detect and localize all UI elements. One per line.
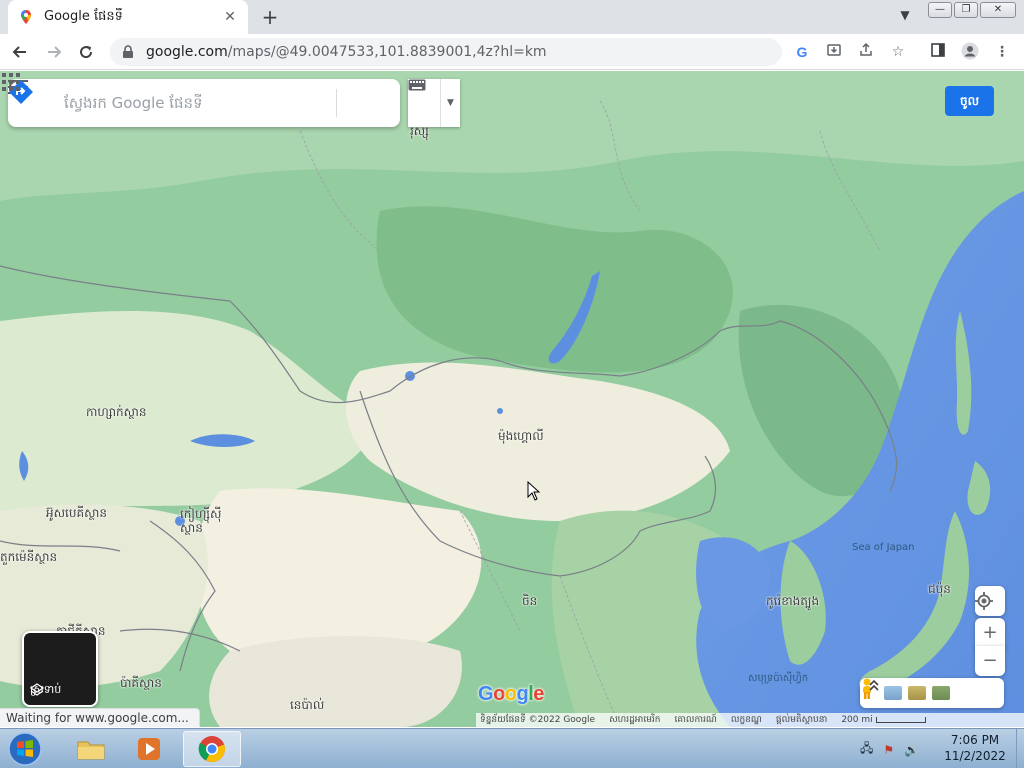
browser-toolbar: google.com/maps/@49.0047533,101.8839001,… <box>0 34 1024 70</box>
attribution-link-terms[interactable]: លក្ខខណ្ឌ <box>731 714 762 727</box>
install-icon[interactable] <box>824 42 844 62</box>
scale-bar <box>875 716 926 723</box>
restore-window-button[interactable]: ❐ <box>954 2 978 18</box>
system-tray: 🖧 ⚑ 🔊 <box>860 739 919 760</box>
show-desktop-button[interactable] <box>1016 729 1024 768</box>
share-icon[interactable] <box>856 42 876 62</box>
profile-avatar-icon[interactable] <box>960 42 980 62</box>
forward-button[interactable] <box>42 40 66 64</box>
google-maps-icon <box>21 10 31 24</box>
map-label-turkmenistan[interactable]: តួកម៉េនីស្ថាន <box>0 549 57 567</box>
back-button[interactable] <box>8 40 32 64</box>
url-host: google.com <box>146 44 228 60</box>
tab-strip: Google ផែនទី ✕ + ▼ — ❐ ✕ <box>0 0 1024 34</box>
map-label-sea-of-japan: Sea of Japan <box>852 542 915 553</box>
taskbar-clock[interactable]: 7:06 PM 11/2/2022 <box>930 732 1020 764</box>
satellite-thumbnail-icon[interactable] <box>932 686 950 700</box>
search-button[interactable] <box>8 79 330 127</box>
map-label-mongolia[interactable]: ម៉ុងហ្គោលី <box>498 428 544 446</box>
layers-icon <box>30 683 44 696</box>
attribution-link-feedback[interactable]: ផ្ដល់មតិស្ថាបនា <box>776 714 827 727</box>
reload-icon <box>80 46 93 59</box>
back-arrow-icon <box>12 46 26 58</box>
bookmark-star-icon[interactable]: ☆ <box>888 42 908 62</box>
media-player-icon <box>138 738 160 760</box>
taskbar-media-player[interactable] <box>120 731 178 767</box>
map-label-china[interactable]: ចិន <box>522 593 537 611</box>
map-label-pacific: សមុទ្រប៉ាស៊ីហ្វិក <box>748 673 809 684</box>
zoom-out-button[interactable]: − <box>975 646 1005 676</box>
zoom-in-button[interactable]: + <box>975 618 1005 648</box>
input-tools-button[interactable]: ▼ <box>408 79 460 127</box>
kebab-menu-icon[interactable]: ⋮ <box>992 42 1012 62</box>
my-location-button[interactable] <box>975 586 1005 616</box>
layers-label: ស្រទាប់ <box>30 683 61 699</box>
attribution-bar: ទិន្នន័យផែនទី ©2022 Google សហរដ្ឋអាមេរិក… <box>476 713 1024 727</box>
input-tools-dropdown-icon[interactable]: ▼ <box>440 79 460 127</box>
map-label-uzbekistan[interactable]: អ៊ូសបេគីស្ថាន <box>46 505 107 523</box>
map-terrain <box>0 71 1024 727</box>
volume-icon[interactable]: 🔊 <box>904 743 919 757</box>
attribution-link-region[interactable]: សហរដ្ឋអាមេរិក <box>609 714 660 727</box>
street-view-bar <box>860 678 1004 708</box>
windows-taskbar: 🖧 ⚑ 🔊 7:06 PM 11/2/2022 <box>0 728 1024 768</box>
network-icon[interactable]: 🖧 <box>860 739 873 760</box>
forward-arrow-icon <box>48 46 62 58</box>
taskbar-explorer[interactable] <box>62 731 120 767</box>
google-logo: Google <box>478 683 544 705</box>
new-tab-button[interactable]: + <box>258 6 282 30</box>
browser-status-bubble: Waiting for www.google.com... <box>0 708 200 727</box>
side-panel-icon[interactable] <box>928 42 948 62</box>
google-g-icon[interactable]: G <box>792 42 812 62</box>
expand-chevron-icon[interactable] <box>868 678 880 692</box>
scale-label: 200 mi <box>841 715 873 725</box>
map-label-nepal[interactable]: នេប៉ាល់ <box>290 697 324 715</box>
address-bar[interactable]: google.com/maps/@49.0047533,101.8839001,… <box>110 38 782 66</box>
minimize-window-button[interactable]: — <box>928 2 952 18</box>
scale-indicator[interactable]: 200 mi <box>841 715 926 725</box>
attribution-link-privacy[interactable]: គោលការណ៍ <box>675 714 717 727</box>
url-text: google.com/maps/@49.0047533,101.8839001,… <box>146 44 547 60</box>
map-canvas[interactable]: រុស្ស៊ី កាហ្សាក់ស្ថាន ម៉ុងហ្គោលី អ៊ូសបេគ… <box>0 71 1024 727</box>
url-path: /maps/@49.0047533,101.8839001,4z?hl=km <box>227 44 547 60</box>
lock-icon <box>122 45 136 59</box>
map-label-japan[interactable]: ជប៉ុន <box>928 581 951 599</box>
terrain-thumbnail-icon[interactable] <box>908 686 926 700</box>
tab-google-maps[interactable]: Google ផែនទី ✕ <box>8 0 248 34</box>
sign-in-button[interactable]: ចូល <box>945 86 994 116</box>
start-button[interactable] <box>6 731 44 767</box>
map-data-credit: ទិន្នន័យផែនទី ©2022 Google <box>480 714 596 725</box>
tab-search-chevron-icon[interactable]: ▼ <box>896 8 914 26</box>
directions-button[interactable] <box>9 79 383 127</box>
action-center-icon[interactable]: ⚑ <box>883 743 894 757</box>
maps-search-box <box>8 79 400 127</box>
imagery-thumbnail-icon[interactable] <box>884 686 902 700</box>
map-label-kazakhstan[interactable]: កាហ្សាក់ស្ថាន <box>86 404 147 422</box>
clock-date: 11/2/2022 <box>944 749 1006 763</box>
taskbar-chrome[interactable] <box>183 731 241 767</box>
map-label-kyrgyzstan[interactable]: កៀហ្ស៊ីស៊ីស្ថាន <box>180 507 226 535</box>
search-divider <box>336 89 337 117</box>
my-location-icon <box>975 592 993 610</box>
reload-button[interactable] <box>74 40 98 64</box>
map-label-pakistan[interactable]: ប៉ាគីស្ថាន <box>120 675 162 693</box>
layers-button[interactable]: ស្រទាប់ <box>22 631 98 707</box>
map-label-south-korea[interactable]: កូរ៉េខាងត្បូង <box>766 593 819 611</box>
mouse-cursor-icon <box>527 481 541 501</box>
clock-time: 7:06 PM <box>950 733 1000 747</box>
folder-icon <box>77 741 105 760</box>
tab-title: Google ផែនទី <box>44 8 123 24</box>
close-window-button[interactable]: ✕ <box>980 2 1016 18</box>
chrome-icon <box>198 736 225 762</box>
maps-search-input[interactable] <box>64 94 294 112</box>
close-tab-icon[interactable]: ✕ <box>222 9 238 25</box>
google-apps-icon[interactable] <box>0 71 22 93</box>
